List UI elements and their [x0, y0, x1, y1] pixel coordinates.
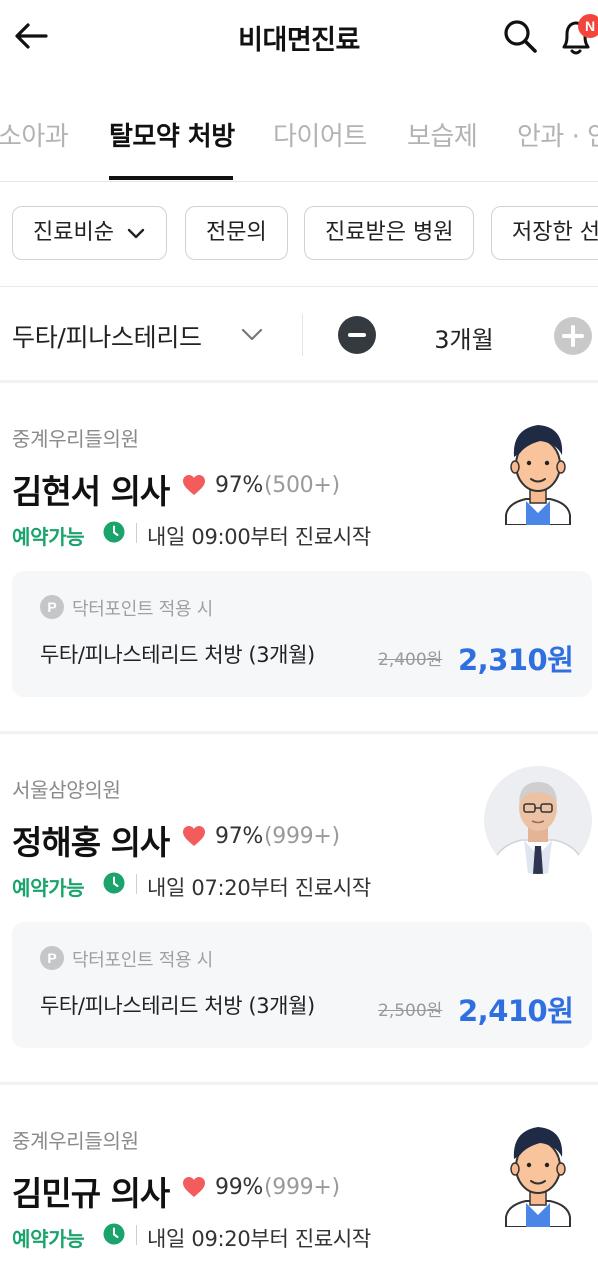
duration-value: 3개월: [434, 326, 494, 354]
discounted-price: 2,310원: [458, 643, 574, 677]
point-label: 닥터포인트 적용 시: [72, 950, 213, 971]
tab-moisturizer[interactable]: 보습제: [407, 116, 478, 153]
visited-hospital-filter[interactable]: 진료받은 병원: [304, 206, 475, 260]
increase-duration-button[interactable]: [554, 317, 592, 355]
doctor-name: 정해홍 의사: [12, 823, 170, 862]
original-price: 2,400원: [378, 650, 443, 670]
prescription-selector: 두타/피나스테리드 3개월: [0, 288, 598, 382]
divider: [0, 286, 598, 287]
clinic-name: 중계우리들의원: [12, 427, 139, 451]
tab-hair-loss-prescription[interactable]: 탈모약 처방: [109, 116, 235, 153]
sort-label: 진료비순: [33, 220, 114, 245]
rating-count: (999+): [264, 1175, 340, 1200]
rating-percent: 99%: [215, 1175, 263, 1200]
consultation-start-time: 내일 09:20부터 진료시작: [147, 1227, 371, 1251]
availability-status: 예약가능: [12, 876, 85, 900]
heart-icon: [183, 826, 205, 846]
original-price: 2,500원: [378, 1001, 443, 1021]
clinic-name: 서울삼양의원: [12, 778, 121, 802]
rating-count: (500+): [264, 473, 340, 498]
tab-pediatrics[interactable]: 소아과: [0, 116, 69, 153]
top-app-bar: 비대면진료 N: [0, 0, 598, 76]
prescription-label: 두타/피나스테리드 처방 (3개월): [40, 994, 315, 1018]
separator: [136, 523, 137, 543]
category-tabs: 소아과 탈모약 처방 다이어트 보습제 안과 · 안: [0, 98, 598, 182]
rating-count: (999+): [264, 824, 340, 849]
chevron-down-icon[interactable]: [240, 322, 264, 346]
doctor-name: 김현서 의사: [12, 472, 170, 511]
doctor-point-icon: P: [40, 946, 64, 970]
clock-icon: [103, 872, 125, 894]
chevron-down-icon: [127, 228, 145, 239]
clock-icon: [103, 521, 125, 543]
price-box[interactable]: P 닥터포인트 적용 시 두타/피나스테리드 처방 (3개월) 2,500원 2…: [12, 922, 592, 1048]
saved-filter[interactable]: 저장한 선: [491, 206, 598, 260]
price-box[interactable]: P 닥터포인트 적용 시 두타/피나스테리드 처방 (3개월) 2,400원 2…: [12, 571, 592, 697]
doctor-photo: [484, 766, 592, 874]
availability-status: 예약가능: [12, 525, 85, 549]
tab-diet[interactable]: 다이어트: [273, 116, 367, 153]
point-label: 닥터포인트 적용 시: [72, 599, 213, 620]
doctor-avatar: [505, 425, 571, 525]
separator: [136, 874, 137, 894]
heart-icon: [183, 475, 205, 495]
doctor-point-icon: P: [40, 595, 64, 619]
doctor-card[interactable]: 중계우리들의원 김민규 의사 99% (999+) 예약가능 내일 09:20부…: [0, 1085, 598, 1268]
doctor-avatar: [505, 1127, 571, 1227]
specialist-filter[interactable]: 전문의: [185, 206, 288, 260]
consultation-start-time: 내일 07:20부터 진료시작: [147, 876, 371, 900]
doctor-card[interactable]: 중계우리들의원 김현서 의사 97% (500+) 예약가능 내일 09:00부…: [0, 383, 598, 731]
discounted-price: 2,410원: [458, 994, 574, 1028]
active-tab-indicator: [109, 176, 233, 180]
search-icon[interactable]: [500, 16, 540, 56]
prescription-label: 두타/피나스테리드 처방 (3개월): [40, 643, 315, 667]
tab-ophthalmology[interactable]: 안과 · 안: [517, 116, 598, 153]
doctor-card[interactable]: 서울삼양의원 정해홍 의사 97% (999+) 예약가능 내일 07:20부터…: [0, 734, 598, 1082]
drug-selector[interactable]: 두타/피나스테리드: [12, 318, 202, 354]
sort-dropdown[interactable]: 진료비순: [12, 206, 167, 260]
rating-percent: 97%: [215, 473, 263, 498]
heart-icon: [183, 1177, 205, 1197]
availability-status: 예약가능: [12, 1227, 85, 1251]
clock-icon: [103, 1223, 125, 1245]
filter-chips: 진료비순 전문의 진료받은 병원 저장한 선: [0, 206, 598, 262]
doctor-name: 김민규 의사: [12, 1174, 170, 1213]
rating-percent: 97%: [215, 824, 263, 849]
consultation-start-time: 내일 09:00부터 진료시작: [147, 525, 371, 549]
clinic-name: 중계우리들의원: [12, 1129, 139, 1153]
separator: [136, 1225, 137, 1245]
divider: [302, 314, 303, 356]
decrease-duration-button[interactable]: [338, 316, 376, 354]
notification-badge: N: [578, 14, 598, 38]
